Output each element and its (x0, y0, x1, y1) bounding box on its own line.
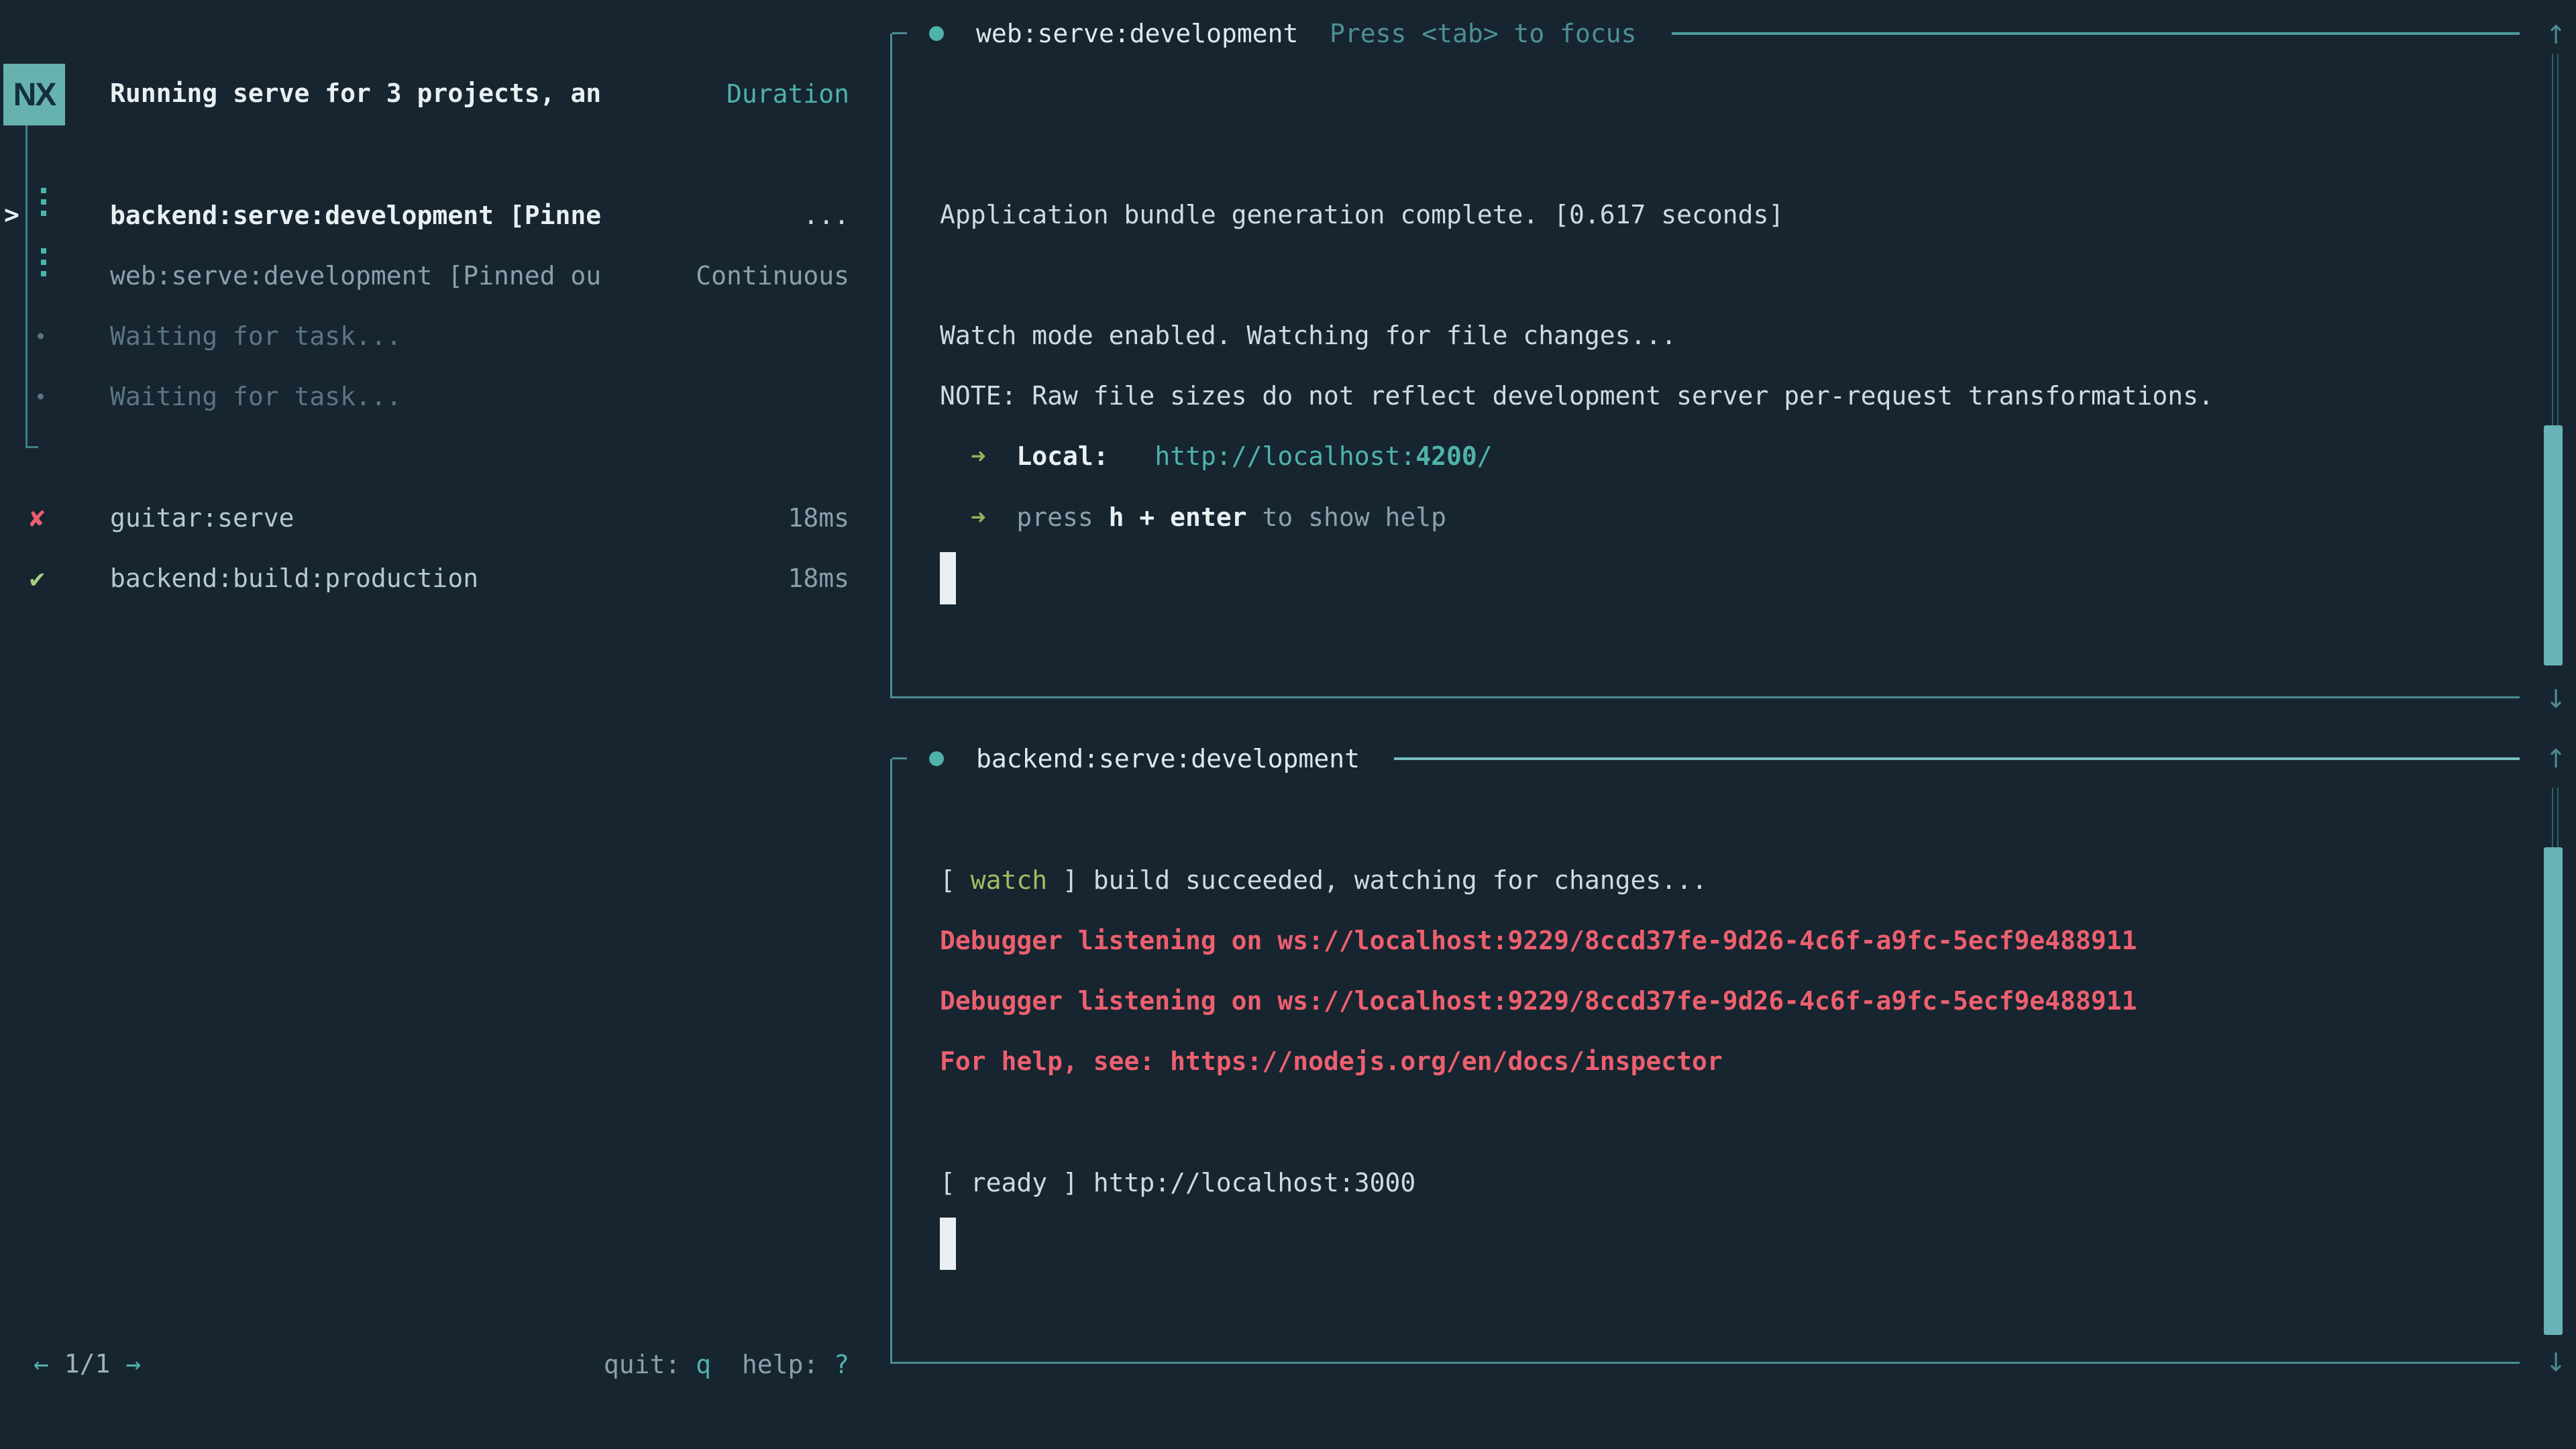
terminal-text-segment: http://localhost: (1155, 442, 1415, 472)
terminal-text-segment: ➜ (940, 442, 986, 472)
terminal-text-segment: 4200 (1415, 442, 1477, 472)
quit-hint-label: quit: (604, 1350, 680, 1379)
scroll-up-icon[interactable]: ↑ (2538, 744, 2573, 773)
spinner-dot (41, 248, 46, 254)
terminal-cursor (940, 552, 956, 604)
terminal-text-segment: watch (971, 865, 1047, 895)
terminal-line: Application bundle generation complete. … (940, 200, 1784, 231)
terminal-text-segment: / (1477, 442, 1493, 472)
terminal-line: [ watch ] build succeeded, watching for … (940, 865, 1707, 896)
help-hint-label: help: (742, 1350, 818, 1379)
scroll-down-icon[interactable]: ↓ (2538, 1348, 2573, 1377)
terminal-text-segment: to show help (1247, 502, 1446, 532)
terminal-text-segment: Debugger listening on ws://localhost:922… (940, 986, 2137, 1016)
task-name: Waiting for task... (110, 321, 402, 351)
terminal-line: ➜ press h + enter to show help (940, 502, 1446, 533)
spinner-dot (41, 188, 46, 193)
terminal-text-segment: Application bundle generation complete. … (940, 200, 1784, 229)
scrollbar-thumb[interactable] (2544, 847, 2563, 1335)
terminal-text-segment: press (986, 502, 1109, 532)
scrollbar-track[interactable] (2552, 788, 2559, 847)
terminal-text-segment (986, 442, 1017, 472)
scroll-up-icon[interactable]: ↑ (2538, 20, 2573, 50)
footer-hints: quit: q help: ? (0, 1350, 849, 1379)
terminal-output-web: Application bundle generation complete. … (892, 34, 2520, 696)
terminal-line: [ ready ] http://localhost:3000 (940, 1168, 1415, 1199)
task-right-value: 18ms (0, 564, 849, 593)
nx-tui-screen: NX Running serve for 3 projects, an Dura… (0, 0, 2576, 1449)
waiting-dot-icon (38, 333, 44, 339)
terminal-text-segment: [ ready ] http://localhost:3000 (940, 1168, 1415, 1197)
task-right-value: Continuous (0, 261, 849, 290)
terminal-text-segment: h + enter (1109, 502, 1247, 532)
terminal-line: Watch mode enabled. Watching for file ch… (940, 321, 1676, 352)
scrollbar-track[interactable] (2552, 54, 2559, 425)
terminal-line: Debugger listening on ws://localhost:922… (940, 926, 2137, 957)
terminal-output-backend: [ watch ] build succeeded, watching for … (892, 759, 2520, 1362)
waiting-dot-icon (38, 394, 44, 400)
task-right-value: 18ms (0, 503, 849, 533)
task-sidebar: NX Running serve for 3 projects, an Dura… (0, 0, 890, 1449)
scrollbar-thumb[interactable] (2544, 425, 2563, 665)
terminal-text-segment (1109, 442, 1155, 472)
terminal-cursor (940, 1218, 956, 1270)
task-name: Waiting for task... (110, 382, 402, 411)
terminal-line: NOTE: Raw file sizes do not reflect deve… (940, 381, 2214, 412)
panel-web-serve-development: web:serve:development Press <tab> to foc… (890, 34, 2520, 698)
scroll-down-icon[interactable]: ↓ (2538, 684, 2573, 714)
duration-column-header: Duration (0, 79, 849, 109)
terminal-line: For help, see: https://nodejs.org/en/doc… (940, 1047, 1723, 1078)
terminal-text-segment: ➜ (940, 502, 986, 532)
terminal-text-segment: ] build succeeded, watching for changes.… (1047, 865, 1707, 895)
panel-backend-serve-development: backend:serve:development [ watch ] buil… (890, 759, 2520, 1364)
terminal-text-segment: Debugger listening on ws://localhost:922… (940, 926, 2137, 955)
help-key: ? (834, 1350, 849, 1379)
terminal-text-segment: Local: (1016, 442, 1108, 472)
terminal-line: ➜ Local: http://localhost:4200/ (940, 442, 1493, 473)
terminal-text-segment: [ (940, 865, 971, 895)
terminal-text-segment: NOTE: Raw file sizes do not reflect deve… (940, 381, 2214, 411)
quit-key: q (696, 1350, 711, 1379)
terminal-line: Debugger listening on ws://localhost:922… (940, 986, 2137, 1017)
task-right-value: ... (0, 201, 849, 230)
terminal-text-segment: Watch mode enabled. Watching for file ch… (940, 321, 1676, 350)
terminal-text-segment: For help, see: https://nodejs.org/en/doc… (940, 1047, 1723, 1077)
